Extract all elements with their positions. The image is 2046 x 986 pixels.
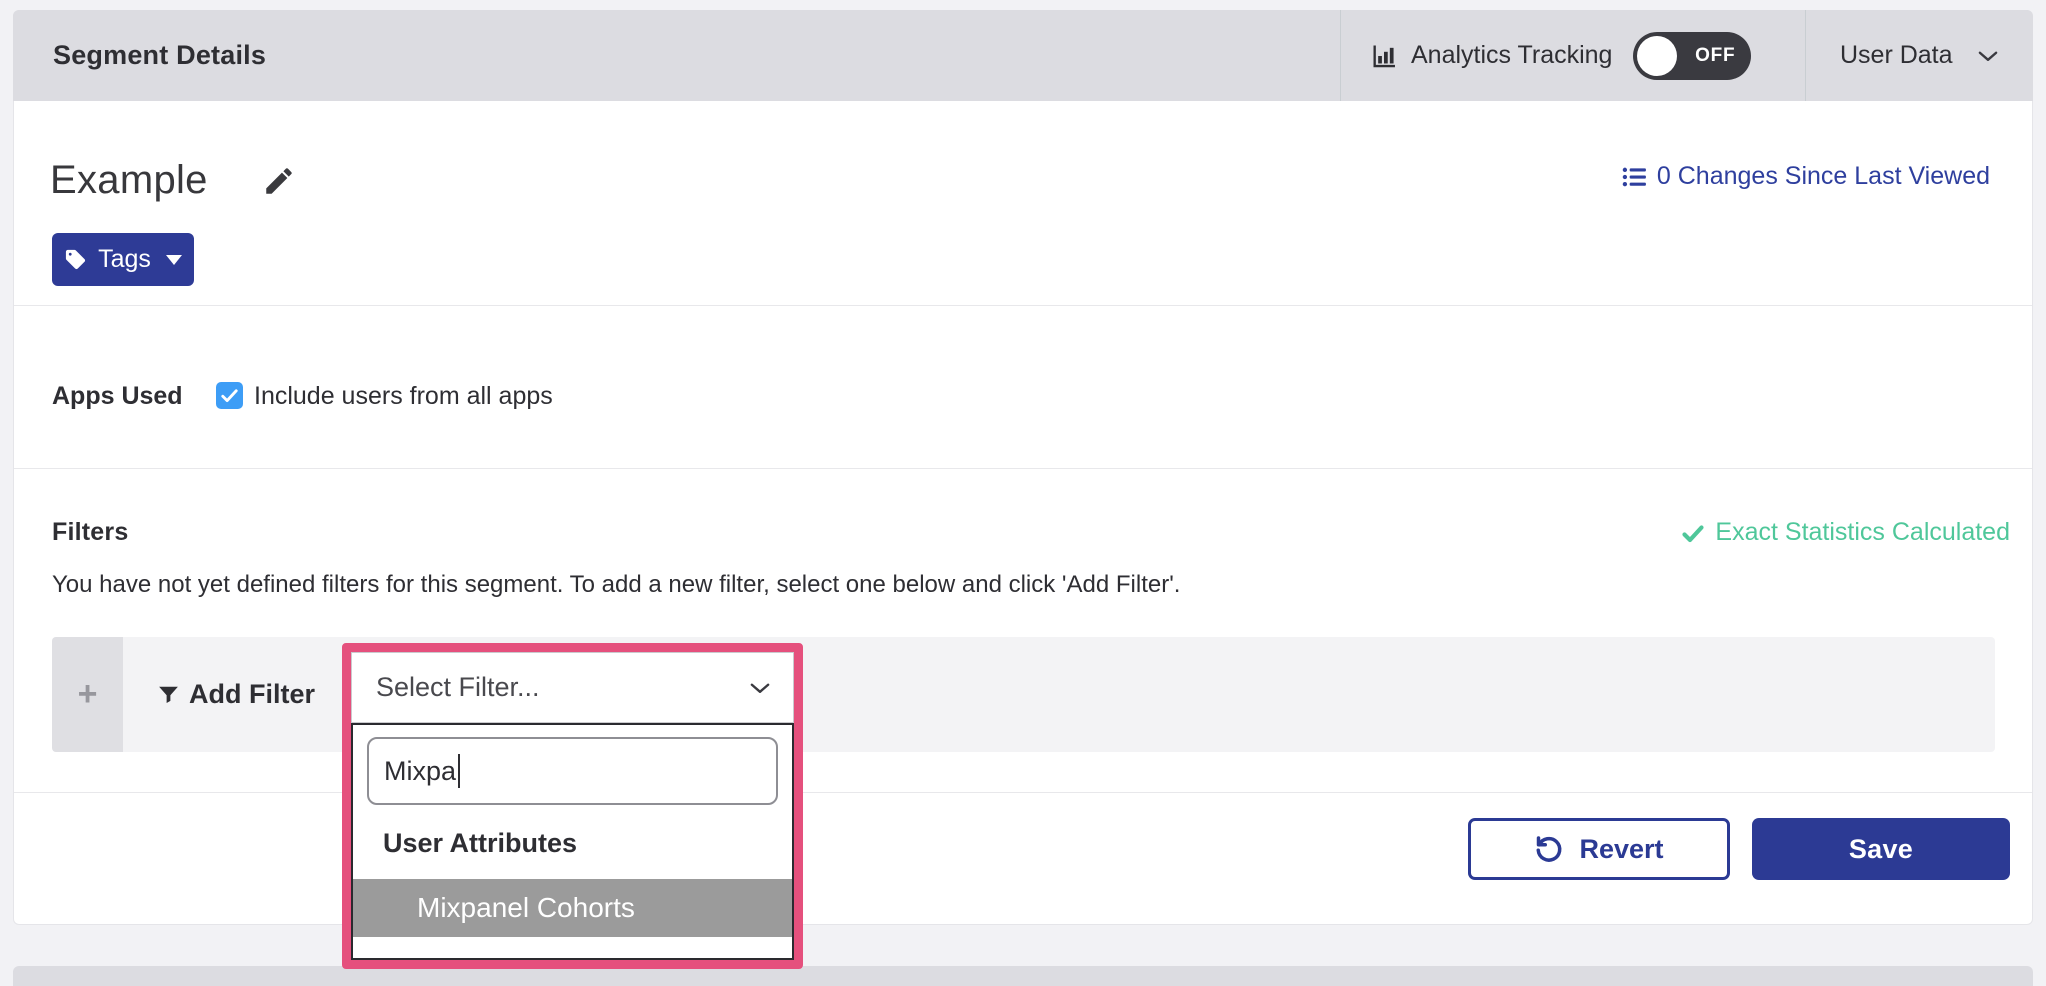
add-filter-button[interactable]: Add Filter: [156, 679, 315, 710]
exact-statistics-status: Exact Statistics Calculated: [1681, 518, 2010, 547]
analytics-tracking-control: Analytics Tracking OFF: [1370, 10, 1751, 101]
toggle-knob: [1637, 36, 1677, 76]
list-icon: [1621, 164, 1647, 190]
dropdown-option-label: Mixpanel Cohorts: [417, 892, 635, 924]
filters-heading: Filters: [52, 518, 128, 547]
filter-search-input[interactable]: Mixpa: [367, 737, 778, 805]
filter-select-placeholder: Select Filter...: [376, 672, 747, 703]
exact-statistics-label: Exact Statistics Calculated: [1715, 518, 2010, 547]
chevron-down-icon: [747, 675, 773, 701]
toggle-state-label: OFF: [1695, 45, 1735, 67]
undo-icon: [1534, 834, 1564, 864]
bar-chart-icon: [1370, 42, 1398, 70]
page-title: Segment Details: [53, 10, 266, 101]
section-divider: [14, 468, 2032, 469]
include-all-apps-checkbox[interactable]: [216, 382, 243, 409]
segment-name: Example: [50, 158, 208, 203]
filter-funnel-icon: [156, 682, 181, 707]
option-group-label: User Attributes: [383, 828, 792, 859]
next-section-bar: [13, 966, 2033, 986]
dropdown-option-mixpanel-cohorts[interactable]: Mixpanel Cohorts: [353, 879, 792, 937]
segment-details-page: Segment Details Analytics Tracking OFF U…: [0, 0, 2046, 986]
revert-button-label: Revert: [1579, 834, 1663, 865]
changes-link-label: 0 Changes Since Last Viewed: [1657, 162, 1990, 191]
include-all-apps-label: Include users from all apps: [254, 383, 553, 410]
header-divider: [1340, 10, 1341, 101]
caret-down-icon: [166, 255, 182, 265]
analytics-tracking-label: Analytics Tracking: [1411, 41, 1612, 70]
save-button-label: Save: [1849, 834, 1913, 865]
tags-button[interactable]: Tags: [52, 233, 194, 286]
tag-icon: [64, 248, 87, 271]
plus-icon: +: [78, 675, 98, 714]
save-button[interactable]: Save: [1752, 818, 2010, 880]
text-cursor: [458, 754, 460, 788]
tags-button-label: Tags: [98, 245, 151, 274]
check-icon: [220, 386, 239, 405]
checkmark-icon: [1681, 521, 1705, 545]
filters-description: You have not yet defined filters for thi…: [52, 571, 1180, 599]
header-divider: [1805, 10, 1806, 101]
filter-search-value: Mixpa: [384, 756, 456, 787]
apps-used-label: Apps Used: [52, 383, 183, 410]
section-divider: [14, 792, 2032, 793]
chevron-down-icon: [1975, 43, 2001, 69]
filter-select-popover: Select Filter... Mixpa User Attributes M…: [342, 643, 803, 969]
filter-select-control[interactable]: Select Filter...: [351, 652, 794, 723]
revert-button[interactable]: Revert: [1468, 818, 1730, 880]
add-filter-plus-button[interactable]: +: [52, 637, 123, 752]
add-filter-button-label: Add Filter: [189, 679, 315, 710]
analytics-tracking-toggle[interactable]: OFF: [1633, 32, 1751, 80]
filter-dropdown-panel: Mixpa User Attributes Mixpanel Cohorts: [351, 723, 794, 960]
user-data-dropdown[interactable]: User Data: [1840, 10, 2001, 101]
section-divider: [14, 305, 2032, 306]
changes-since-last-viewed-link[interactable]: 0 Changes Since Last Viewed: [1621, 162, 1990, 191]
user-data-label: User Data: [1840, 41, 1953, 70]
edit-pencil-icon[interactable]: [262, 164, 296, 198]
